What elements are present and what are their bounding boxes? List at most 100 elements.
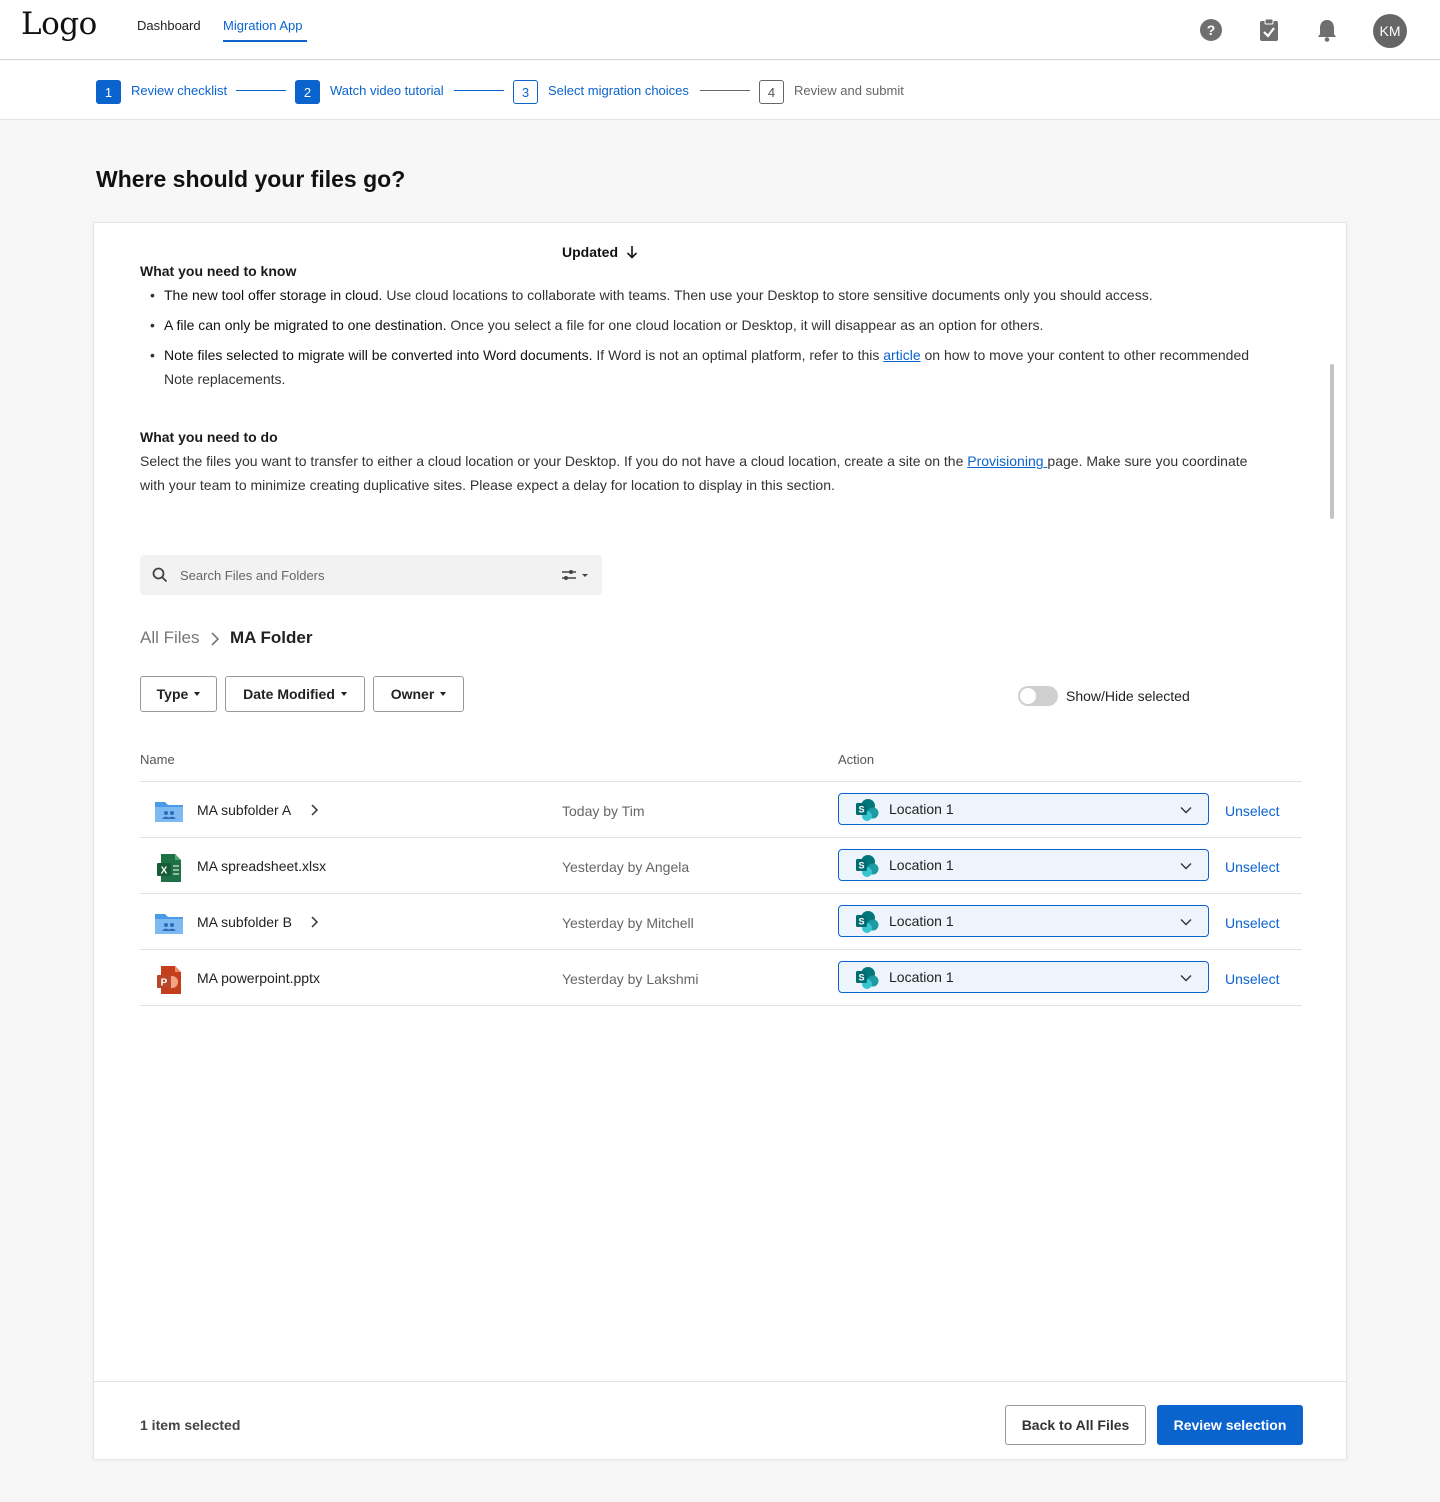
svg-text:S: S — [858, 917, 864, 927]
chevron-down-icon — [1180, 807, 1192, 814]
file-name[interactable]: MA subfolder A — [197, 802, 291, 818]
updated-text: Today by Tim — [562, 803, 645, 819]
clipboard-check-icon[interactable] — [1256, 17, 1282, 43]
chevron-down-icon — [1180, 919, 1192, 926]
shared-folder-icon — [155, 802, 183, 822]
sharepoint-icon: S — [856, 855, 879, 877]
unselect-link[interactable]: Unselect — [1225, 971, 1279, 987]
table-row[interactable]: P MA powerpoint.pptx Yesterday by Lakshm… — [140, 949, 1302, 1005]
bullet-bold: The new tool offer storage in cloud. — [164, 287, 383, 303]
unselect-link[interactable]: Unselect — [1225, 803, 1279, 819]
search-icon — [152, 567, 168, 583]
progress-stepper: 1 Review checklist 2 Watch video tutoria… — [0, 61, 1440, 120]
chevron-right-icon[interactable] — [310, 803, 320, 817]
search-input[interactable] — [180, 555, 540, 595]
show-hide-toggle[interactable] — [1018, 686, 1058, 706]
location-value: Location 1 — [889, 913, 954, 929]
svg-text:?: ? — [1207, 22, 1216, 38]
step-3-label[interactable]: Select migration choices — [548, 83, 689, 98]
breadcrumb-root[interactable]: All Files — [140, 628, 200, 648]
avatar[interactable]: KM — [1373, 14, 1407, 48]
bullet-text: If Word is not an optimal platform, refe… — [592, 347, 884, 363]
step-connector — [454, 90, 504, 91]
bullet-text: Once you select a file for one cloud loc… — [446, 317, 1044, 333]
updated-text: Yesterday by Mitchell — [562, 915, 694, 931]
unselect-link[interactable]: Unselect — [1225, 859, 1279, 875]
bullet-bold: Note files selected to migrate will be c… — [164, 347, 593, 363]
chevron-down-icon — [1180, 863, 1192, 870]
step-2-label[interactable]: Watch video tutorial — [330, 83, 444, 98]
caret-down-icon — [340, 692, 347, 696]
scrollbar-thumb[interactable] — [1330, 364, 1334, 519]
toggle-label: Show/Hide selected — [1066, 688, 1190, 704]
location-select[interactable]: S Location 1 — [838, 849, 1209, 881]
page-title: Where should your files go? — [96, 166, 406, 192]
step-1-number[interactable]: 1 — [96, 80, 121, 104]
back-to-all-files-button[interactable]: Back to All Files — [1005, 1405, 1146, 1445]
todo-heading: What you need to do — [140, 429, 278, 445]
step-3-number[interactable]: 3 — [513, 80, 538, 104]
step-2-number[interactable]: 2 — [295, 80, 320, 104]
file-name[interactable]: MA spreadsheet.xlsx — [197, 858, 326, 874]
location-select[interactable]: S Location 1 — [838, 961, 1209, 993]
breadcrumb-current: MA Folder — [230, 628, 313, 647]
location-value: Location 1 — [889, 969, 954, 985]
file-name[interactable]: MA powerpoint.pptx — [197, 970, 320, 986]
caret-down-icon — [194, 692, 201, 696]
powerpoint-file-icon: P — [157, 966, 181, 994]
bell-icon[interactable] — [1314, 17, 1340, 43]
table-row[interactable]: X MA spreadsheet.xlsx Yesterday by Angel… — [140, 837, 1302, 893]
updated-text: Yesterday by Angela — [562, 859, 690, 875]
sharepoint-icon: S — [856, 967, 879, 989]
card-footer: 1 item selected Back to All Files Review… — [94, 1381, 1346, 1459]
filter-settings-icon[interactable] — [560, 569, 592, 581]
nav-active-indicator — [223, 40, 307, 42]
sharepoint-icon: S — [856, 911, 879, 933]
sharepoint-icon: S — [856, 799, 879, 821]
date-modified-filter-button[interactable]: Date Modified — [225, 676, 365, 712]
chevron-right-icon[interactable] — [310, 915, 320, 929]
article-link[interactable]: article — [883, 347, 920, 363]
excel-file-icon: X — [157, 854, 181, 882]
svg-text:S: S — [858, 805, 864, 815]
svg-text:X: X — [161, 866, 168, 877]
svg-text:S: S — [858, 973, 864, 983]
selected-count: 1 item selected — [140, 1417, 241, 1433]
chevron-down-icon — [1180, 975, 1192, 982]
step-connector — [700, 90, 750, 91]
table-bottom-divider — [140, 1005, 1302, 1006]
type-filter-button[interactable]: Type — [140, 676, 217, 712]
toggle-knob — [1020, 688, 1036, 704]
column-header-name: Name — [140, 752, 175, 767]
search-bar — [140, 555, 602, 595]
step-4-label: Review and submit — [794, 83, 904, 98]
top-header: Logo Dashboard Migration App ? KM — [0, 0, 1440, 60]
sort-desc-arrow-icon — [626, 246, 638, 259]
location-value: Location 1 — [889, 857, 954, 873]
provisioning-link[interactable]: Provisioning — [967, 453, 1047, 469]
logo[interactable]: Logo — [21, 6, 97, 42]
bullet-bold: A file can only be migrated to one desti… — [164, 317, 447, 333]
caret-down-icon — [440, 692, 447, 696]
svg-text:P: P — [161, 978, 168, 989]
shared-folder-icon — [155, 914, 183, 934]
review-selection-button[interactable]: Review selection — [1157, 1405, 1303, 1445]
content-card: What you need to know • The new tool off… — [93, 222, 1347, 1459]
nav-dashboard[interactable]: Dashboard — [137, 18, 201, 33]
column-header-updated[interactable]: Updated — [562, 244, 638, 260]
svg-text:S: S — [858, 861, 864, 871]
table-row[interactable]: MA subfolder A Today by Tim S Location 1… — [140, 781, 1302, 837]
todo-text: Select the files you want to transfer to… — [140, 453, 1248, 493]
nav-migration-app[interactable]: Migration App — [223, 18, 303, 33]
know-heading: What you need to know — [140, 263, 297, 279]
owner-filter-button[interactable]: Owner — [373, 676, 464, 712]
table-row[interactable]: MA subfolder B Yesterday by Mitchell S L… — [140, 893, 1302, 949]
step-1-label[interactable]: Review checklist — [131, 83, 227, 98]
bullet-text: Use cloud locations to collaborate with … — [382, 287, 1153, 303]
column-header-action: Action — [838, 752, 875, 767]
help-icon[interactable]: ? — [1198, 17, 1224, 43]
location-select[interactable]: S Location 1 — [838, 905, 1209, 937]
location-select[interactable]: S Location 1 — [838, 793, 1209, 825]
file-name[interactable]: MA subfolder B — [197, 914, 292, 930]
unselect-link[interactable]: Unselect — [1225, 915, 1279, 931]
